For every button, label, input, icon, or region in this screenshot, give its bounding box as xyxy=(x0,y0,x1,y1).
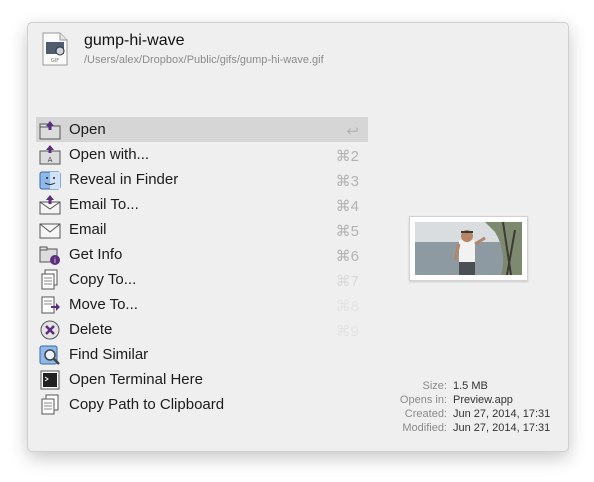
action-reveal-in-finder[interactable]: Reveal in Finder ⌘3 xyxy=(36,167,368,192)
meta-value: Jun 27, 2014, 17:31 xyxy=(453,422,551,434)
email-icon xyxy=(39,219,61,241)
action-list: Open ↩ A Open with... ⌘2 Reveal in Finde… xyxy=(36,117,368,417)
file-path: /Users/alex/Dropbox/Public/gifs/gump-hi-… xyxy=(84,54,324,66)
action-shortcut: ⌘3 xyxy=(335,173,359,190)
action-label: Email xyxy=(69,221,107,238)
action-label: Move To... xyxy=(69,296,138,313)
action-label: Open Terminal Here xyxy=(69,371,203,388)
action-find-similar[interactable]: Find Similar xyxy=(36,342,368,367)
action-label: Delete xyxy=(69,321,113,338)
delete-icon xyxy=(39,319,61,341)
copy-to-icon xyxy=(39,269,61,291)
meta-opens-in: Opens in: Preview.app xyxy=(378,394,563,408)
action-label: Open with... xyxy=(69,146,150,163)
action-label: Copy To... xyxy=(69,271,137,288)
meta-value: 1.5 MB xyxy=(453,380,488,392)
action-email[interactable]: Email ⌘5 xyxy=(36,217,368,242)
action-open-with[interactable]: A Open with... ⌘2 xyxy=(36,142,368,167)
action-shortcut: ↩ xyxy=(346,123,359,140)
email-to-icon xyxy=(39,194,61,216)
finder-icon xyxy=(39,169,61,191)
meta-modified: Modified: Jun 27, 2014, 17:31 xyxy=(378,422,563,436)
terminal-icon xyxy=(39,369,61,391)
action-shortcut: ⌘5 xyxy=(335,223,359,240)
file-metadata: Size: 1.5 MB Opens in: Preview.app Creat… xyxy=(378,380,563,436)
file-preview-thumbnail xyxy=(409,216,528,281)
meta-key: Opens in: xyxy=(399,394,447,406)
meta-created: Created: Jun 27, 2014, 17:31 xyxy=(378,408,563,422)
action-open-terminal-here[interactable]: Open Terminal Here xyxy=(36,367,368,392)
meta-size: Size: 1.5 MB xyxy=(378,380,563,394)
move-to-icon xyxy=(39,294,61,316)
action-label: Copy Path to Clipboard xyxy=(69,396,225,413)
meta-value: Preview.app xyxy=(453,394,513,406)
action-label: Email To... xyxy=(69,196,139,213)
file-name: gump-hi-wave xyxy=(84,32,185,49)
meta-value: Jun 27, 2014, 17:31 xyxy=(453,408,551,420)
action-get-info[interactable]: i Get Info ⌘6 xyxy=(36,242,368,267)
meta-key: Modified: xyxy=(402,422,447,434)
action-shortcut: ⌘8 xyxy=(335,298,359,315)
action-copy-path-to-clipboard[interactable]: Copy Path to Clipboard xyxy=(36,392,368,417)
action-shortcut: ⌘4 xyxy=(335,198,359,215)
action-move-to[interactable]: Move To... ⌘8 xyxy=(36,292,368,317)
meta-key: Size: xyxy=(422,380,447,392)
meta-key: Created: xyxy=(404,408,447,420)
gif-file-icon: GIF xyxy=(42,32,68,66)
action-label: Get Info xyxy=(69,246,123,263)
action-shortcut: ⌘7 xyxy=(335,273,359,290)
open-folder-icon xyxy=(39,119,61,141)
action-shortcut: ⌘9 xyxy=(335,323,359,340)
action-label: Find Similar xyxy=(69,346,149,363)
svg-text:i: i xyxy=(54,257,56,265)
svg-text:A: A xyxy=(48,156,53,164)
action-shortcut: ⌘2 xyxy=(335,148,359,165)
open-with-icon: A xyxy=(39,144,61,166)
copy-path-icon xyxy=(39,394,61,416)
action-shortcut: ⌘6 xyxy=(335,248,359,265)
action-open[interactable]: Open ↩ xyxy=(36,117,368,142)
action-label: Open xyxy=(69,121,106,138)
action-delete[interactable]: Delete ⌘9 xyxy=(36,317,368,342)
get-info-icon: i xyxy=(39,244,61,266)
action-copy-to[interactable]: Copy To... ⌘7 xyxy=(36,267,368,292)
alfred-file-actions-panel: GIF gump-hi-wave /Users/alex/Dropbox/Pub… xyxy=(27,22,569,452)
find-similar-icon xyxy=(39,344,61,366)
gif-icon-label: GIF xyxy=(51,58,59,64)
action-email-to[interactable]: Email To... ⌘4 xyxy=(36,192,368,217)
action-label: Reveal in Finder xyxy=(69,171,179,188)
